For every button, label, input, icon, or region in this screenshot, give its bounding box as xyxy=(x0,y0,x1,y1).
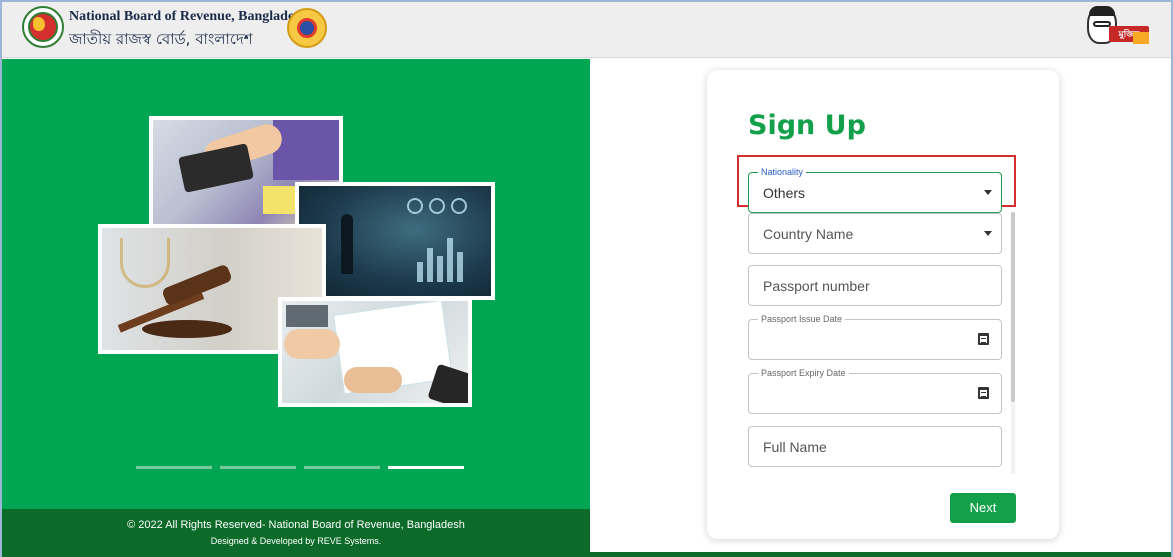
nationality-select[interactable]: Nationality Others xyxy=(748,167,1002,213)
top-header: National Board of Revenue, Bangladesh জা… xyxy=(2,2,1171,58)
carousel-indicator-3[interactable] xyxy=(304,466,380,469)
bottom-accent-bar xyxy=(590,552,1171,557)
carousel-indicator-4[interactable] xyxy=(388,466,464,469)
passport-number-field[interactable]: Passport number xyxy=(748,265,1002,306)
carousel-indicator-1[interactable] xyxy=(136,466,212,469)
nationality-value: Others xyxy=(763,185,806,201)
carousel-indicators xyxy=(136,466,466,470)
hero-panel: © 2022 All Rights Reserved- National Boa… xyxy=(2,59,590,557)
form-scrollbar-thumb[interactable] xyxy=(1011,212,1015,402)
copyright-text: © 2022 All Rights Reserved- National Boa… xyxy=(127,519,465,531)
form-area: Sign Up Nationality Others Country Name … xyxy=(590,59,1171,557)
passport-expiry-date-field[interactable]: Passport Expiry Date xyxy=(748,368,1002,414)
credit-text: Designed & Developed by REVE Systems. xyxy=(210,536,382,546)
page-title: Sign Up xyxy=(748,110,866,141)
chevron-down-icon[interactable] xyxy=(984,190,992,195)
app-window: National Board of Revenue, Bangladesh জা… xyxy=(0,0,1173,557)
calendar-icon[interactable] xyxy=(978,333,989,345)
calendar-icon[interactable] xyxy=(978,387,989,399)
nationality-label: Nationality xyxy=(758,167,807,177)
full-name-field[interactable]: Full Name xyxy=(748,426,1002,467)
brand-name-english: National Board of Revenue, Bangladesh xyxy=(69,9,308,24)
passport-issue-date-field[interactable]: Passport Issue Date xyxy=(748,314,1002,360)
passport-expiry-date-label: Passport Expiry Date xyxy=(758,368,849,378)
full-name-placeholder: Full Name xyxy=(763,439,827,455)
passport-number-placeholder: Passport number xyxy=(763,278,870,294)
passport-issue-date-label: Passport Issue Date xyxy=(758,314,846,324)
country-placeholder: Country Name xyxy=(763,226,854,242)
mujib-100-logo: মুজিব xyxy=(1083,6,1151,52)
accounting-photo xyxy=(278,297,472,407)
next-button[interactable]: Next xyxy=(950,493,1016,523)
brand-name-bangla: জাতীয় রাজস্ব বোর্ড, বাংলাদেশ xyxy=(69,30,253,48)
carousel-indicator-2[interactable] xyxy=(220,466,296,469)
chevron-down-icon[interactable] xyxy=(984,231,992,236)
hero-footer: © 2022 All Rights Reserved- National Boa… xyxy=(2,509,590,557)
customs-emblem-icon xyxy=(287,8,327,48)
signup-card: Sign Up Nationality Others Country Name … xyxy=(707,70,1059,539)
nbr-emblem-icon[interactable] xyxy=(22,6,64,48)
country-select[interactable]: Country Name xyxy=(748,213,1002,254)
